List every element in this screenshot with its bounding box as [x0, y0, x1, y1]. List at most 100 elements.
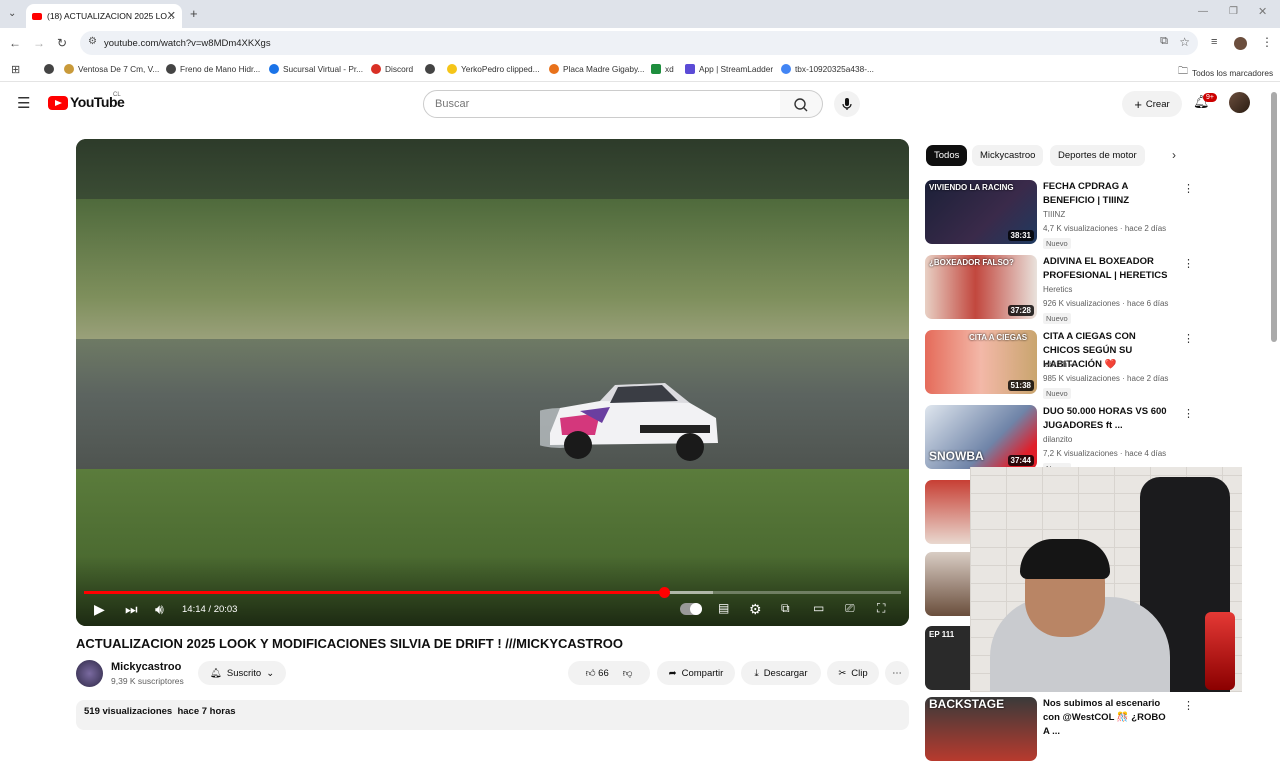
download-icon: ⤓ [754, 667, 759, 679]
cast-icon[interactable]: ⎚ [845, 601, 855, 616]
chip-motorsport[interactable]: Deportes de motor [1050, 145, 1145, 166]
bookmark-item[interactable]: Freno de Mano Hidr... [166, 64, 260, 74]
video-thumbnail[interactable]: VIVIENDO LA RACING 38:31 [925, 180, 1037, 244]
bookmark-item[interactable]: App | StreamLadder [685, 64, 773, 74]
create-label: Crear [1145, 98, 1170, 110]
bookmark-favicon-icon [549, 64, 559, 74]
voice-search-button[interactable] [834, 91, 860, 117]
reload-icon[interactable]: ↻ [57, 36, 67, 50]
bookmark-item[interactable]: Discord [371, 64, 413, 74]
channel-name[interactable]: Mickycastroo [111, 661, 181, 673]
youtube-logo-icon[interactable] [48, 96, 68, 110]
globe-icon [44, 64, 54, 74]
recommendation-title[interactable]: ADIVINA EL BOXEADOR PROFESIONAL | HERETI… [1043, 255, 1173, 283]
media-control-icon[interactable]: ≡ [1211, 36, 1217, 48]
recommendation-title[interactable]: FECHA CPDRAG A BENEFICIO | TIIINZ [1043, 180, 1173, 208]
address-bar[interactable]: ⚙ youtube.com/watch?v=w8MDm4XKXgs ⧉ ☆ [80, 31, 1198, 55]
bookmark-item[interactable]: Ventosa De 7 Cm, V... [64, 64, 159, 74]
chip-channel[interactable]: Mickycastroo [972, 145, 1044, 166]
video-frame-track [76, 339, 909, 479]
volume-icon[interactable]: 🔊︎ [155, 601, 164, 618]
video-thumbnail[interactable]: ¿BOXEADOR FALSO? 37:28 [925, 255, 1037, 319]
tab-youtube[interactable]: (18) ACTUALIZACION 2025 LO... ✕ [26, 4, 182, 28]
scissors-icon: ✂ [838, 667, 847, 679]
more-vert-icon[interactable]: ⋮ [1183, 332, 1194, 345]
like-button[interactable]: 👍︎ 66 [586, 667, 609, 679]
recommendation-channel[interactable]: TIIINZ [1043, 210, 1065, 219]
more-vert-icon[interactable]: ⋮ [1183, 407, 1194, 420]
search-input[interactable]: Buscar [423, 90, 781, 118]
subtitles-icon[interactable]: ▤ [718, 601, 729, 615]
red-microphone [1205, 612, 1235, 690]
video-thumbnail[interactable]: CITA A CIEGAS 51:38 [925, 330, 1037, 394]
video-thumbnail[interactable]: BACKSTAGE [925, 697, 1037, 761]
bookmark-label: App | StreamLadder [699, 64, 774, 74]
fullscreen-icon[interactable]: ⛶ [877, 601, 885, 616]
close-window-icon[interactable]: ✕ [1258, 5, 1267, 18]
download-button[interactable]: ⤓ Descargar [741, 661, 821, 685]
video-title: ACTUALIZACION 2025 LOOK Y MODIFICACIONES… [76, 636, 623, 651]
browser-menu-icon[interactable]: ⋮ [1261, 35, 1273, 49]
video-duration: 37:28 [1007, 305, 1034, 316]
autoplay-toggle[interactable] [680, 603, 702, 615]
video-thumbnail[interactable]: SNOWBA 37:44 [925, 405, 1037, 469]
miniplayer-icon[interactable]: ⧉ [781, 601, 790, 616]
video-thumbnail[interactable] [925, 552, 971, 616]
site-info-icon[interactable]: ⚙ [88, 36, 97, 47]
more-actions-button[interactable]: ⋯ [885, 661, 909, 685]
video-player[interactable]: ▶ ⏭ 🔊︎ 14:14 / 20:03 ▤ ⚙ ⧉ ▭ ⎚ ⛶ [76, 139, 909, 626]
bookmark-item[interactable] [44, 64, 58, 74]
new-tab-icon[interactable]: + [190, 6, 198, 21]
page-scrollbar[interactable] [1271, 92, 1277, 342]
install-app-icon[interactable]: ⧉ [1160, 35, 1168, 48]
search-button[interactable] [780, 90, 823, 118]
video-thumbnail[interactable] [925, 480, 971, 544]
channel-avatar[interactable] [76, 660, 103, 687]
recommendation-channel[interactable]: dilanzito [1043, 435, 1072, 444]
minimize-icon[interactable]: — [1198, 6, 1208, 17]
progress-scrubber[interactable] [659, 587, 671, 598]
bookmark-item[interactable]: xd [651, 64, 674, 74]
channel-label: lebriah [1043, 360, 1068, 369]
theater-mode-icon[interactable]: ▭ [813, 601, 824, 615]
profile-avatar-icon[interactable] [1234, 37, 1247, 50]
more-vert-icon[interactable]: ⋮ [1183, 699, 1194, 712]
subscribed-button[interactable]: 🔔︎ Suscrito ⌄ [198, 661, 286, 685]
bookmark-item[interactable]: tbx-10920325a438-... [781, 64, 874, 74]
share-button[interactable]: ➦ Compartir [657, 661, 735, 685]
create-button[interactable]: + Crear [1122, 91, 1182, 117]
clip-button[interactable]: ✂ Clip [827, 661, 879, 685]
bookmark-star-icon[interactable]: ☆ [1179, 35, 1190, 49]
play-icon[interactable]: ▶ [94, 601, 105, 618]
dislike-button[interactable]: 👎︎ [623, 667, 633, 679]
recommendation-channel[interactable]: Heretics [1043, 285, 1072, 294]
thumbnail-text: ¿BOXEADOR FALSO? [929, 258, 1014, 267]
next-video-icon[interactable]: ⏭ [125, 601, 138, 618]
bookmark-item[interactable]: Sucursal Virtual - Pr... [269, 64, 363, 74]
hamburger-menu-icon[interactable]: ☰ [17, 94, 30, 112]
recommendation-channel[interactable]: lebriah ✔ [1043, 360, 1076, 369]
bookmark-item[interactable]: YerkoPedro clipped... [447, 64, 540, 74]
account-avatar[interactable] [1229, 92, 1250, 113]
all-bookmarks[interactable]: 🗀 Todos los marcadores [1178, 64, 1273, 81]
forward-icon[interactable]: → [33, 36, 45, 50]
video-thumbnail[interactable]: EP 111 [925, 626, 971, 690]
tab-list-chevron-icon[interactable]: ⌄ [8, 8, 16, 19]
settings-gear-icon[interactable]: ⚙ [749, 601, 762, 618]
back-icon[interactable]: ← [9, 36, 21, 50]
close-tab-icon[interactable]: ✕ [167, 9, 176, 22]
bookmark-item[interactable]: Placa Madre Gigaby... [549, 64, 644, 74]
more-vert-icon[interactable]: ⋮ [1183, 182, 1194, 195]
description-box[interactable]: 519 visualizaciones hace 7 horas [76, 700, 909, 730]
bookmark-item[interactable] [425, 64, 439, 74]
more-vert-icon[interactable]: ⋮ [1183, 257, 1194, 270]
thumbnail-text: CITA A CIEGAS [969, 333, 1028, 342]
streamer-hair [1020, 539, 1110, 579]
view-stats: 519 visualizaciones hace 7 horas [84, 706, 236, 717]
recommendation-title[interactable]: DUO 50.000 HORAS VS 600 JUGADORES ft ... [1043, 405, 1173, 433]
chevron-right-icon[interactable]: › [1172, 148, 1176, 162]
chip-todos[interactable]: Todos [926, 145, 968, 166]
apps-grid-icon[interactable]: ⊞ [11, 63, 20, 76]
restore-icon[interactable]: ❐ [1229, 6, 1238, 17]
recommendation-title[interactable]: Nos subimos al escenario con @WestCOL 🎊 … [1043, 697, 1173, 739]
